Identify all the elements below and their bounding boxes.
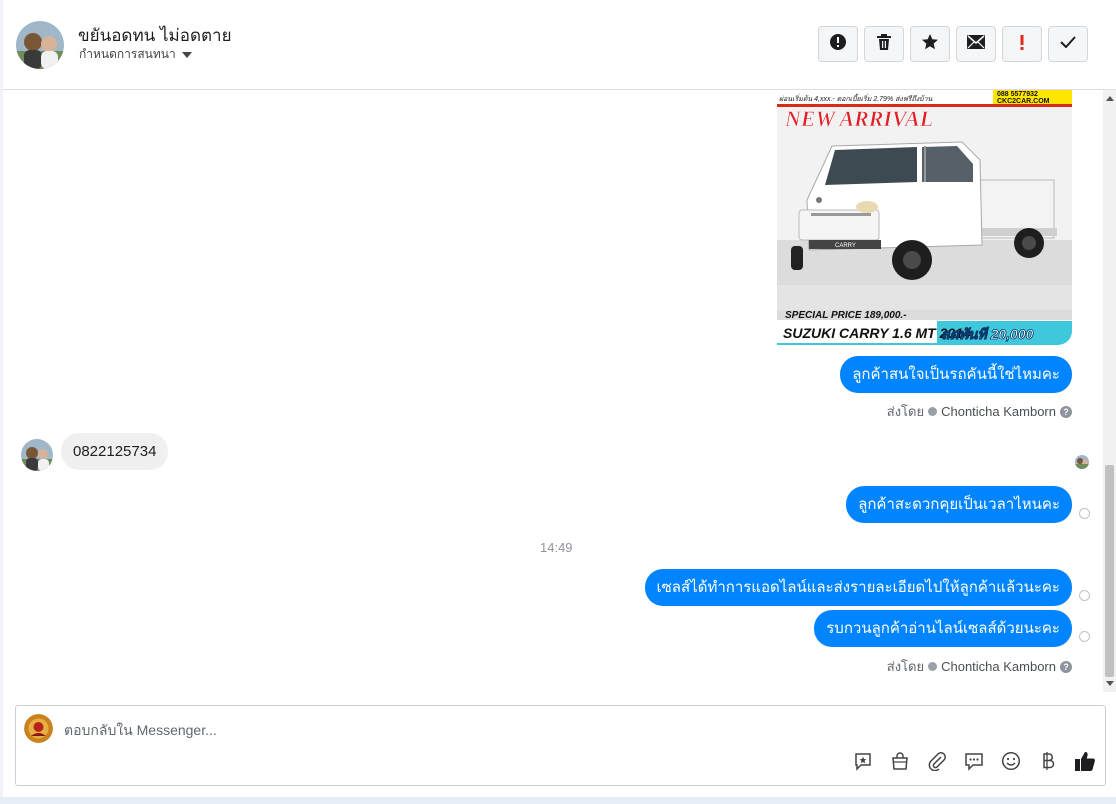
message-list: ผ่อนเริ่มต้น 4,xxx.- ดอกเบี้ยเริ่ม 2.79%… xyxy=(3,90,1101,692)
message-bubble-outgoing[interactable]: ลูกค้าสนใจเป็นรถคันนี้ใช่ไหมคะ xyxy=(840,356,1072,393)
conversation-header: ขยันอดทน ไม่อดตาย กำหนดการสนทนา xyxy=(3,0,1116,90)
ad-site: CKC2CAR.COM xyxy=(997,98,1050,105)
emoji-button[interactable] xyxy=(999,751,1023,775)
check-icon xyxy=(1060,35,1076,53)
ad-phone: 088 5577932 xyxy=(997,91,1038,98)
sent-by-label: ส่งโดย Chonticha Kamborn ? xyxy=(887,401,1072,422)
car-ad-image[interactable]: ผ่อนเริ่มต้น 4,xxx.- ดอกเบี้ยเริ่ม 2.79%… xyxy=(777,90,1072,345)
message-bubble-outgoing[interactable]: ลูกค้าสะดวกคุยเป็นเวลาไหนคะ xyxy=(846,486,1072,523)
star-button[interactable] xyxy=(910,26,950,62)
mark-unread-button[interactable] xyxy=(956,26,996,62)
trash-icon xyxy=(876,33,892,56)
delivered-check-icon xyxy=(1079,631,1090,642)
follow-up-button[interactable] xyxy=(1002,26,1042,62)
chevron-down-icon xyxy=(181,51,192,58)
saved-reply-button[interactable] xyxy=(851,751,875,775)
contact-avatar[interactable] xyxy=(16,21,64,69)
reply-input[interactable]: ตอบกลับใน Messenger... xyxy=(64,720,217,742)
emoji-icon xyxy=(1001,751,1021,776)
shop-icon xyxy=(890,751,910,776)
page-avatar xyxy=(24,714,53,743)
message-bubble-outgoing[interactable]: เซลส์ได้ทำการแอดไลน์และส่งรายละเอียดไปให… xyxy=(644,569,1072,606)
reply-composer: ตอบกลับใน Messenger... xyxy=(15,705,1106,786)
saved-reply-icon xyxy=(853,751,873,776)
chat-icon xyxy=(964,751,984,776)
exclamation-icon xyxy=(1019,33,1025,56)
attachment-icon xyxy=(927,751,947,776)
ad-headline: NEW ARRIVAL xyxy=(784,106,933,131)
ad-discount: ลดทันที 20,000 xyxy=(941,326,1034,342)
scroll-down-arrow[interactable] xyxy=(1106,681,1114,686)
baht-icon xyxy=(1041,751,1055,776)
payment-button[interactable] xyxy=(1036,751,1060,775)
alert-circle-icon xyxy=(829,33,847,56)
inbox-conversation-panel: ขยันอดทน ไม่อดตาย กำหนดการสนทนา ผ่อนเริ่… xyxy=(0,0,1116,804)
envelope-icon xyxy=(967,34,985,54)
scroll-up-arrow[interactable] xyxy=(1106,96,1114,101)
assign-label: กำหนดการสนทนา xyxy=(79,47,176,61)
ad-plate: CARRY xyxy=(835,243,856,249)
header-actions xyxy=(818,26,1088,62)
scroll-thumb[interactable] xyxy=(1105,465,1114,677)
sent-by-agent[interactable]: Chonticha Kamborn xyxy=(941,404,1056,419)
message-bubble-outgoing[interactable]: รบกวนลูกค้าอ่านไลน์เซลส์ด้วยนะคะ xyxy=(814,610,1072,647)
sent-by-label: ส่งโดย Chonticha Kamborn ? xyxy=(887,656,1072,677)
seen-avatar xyxy=(1075,455,1089,469)
assign-conversation-dropdown[interactable]: กำหนดการสนทนา xyxy=(79,45,192,64)
like-button[interactable] xyxy=(1073,751,1097,775)
delete-button[interactable] xyxy=(864,26,904,62)
shop-button[interactable] xyxy=(888,751,912,775)
attach-button[interactable] xyxy=(925,751,949,775)
verified-icon xyxy=(928,662,938,671)
ad-special-price: SPECIAL PRICE 189,000.- xyxy=(785,310,907,321)
contact-avatar-small[interactable] xyxy=(21,439,53,471)
sent-by-prefix: ส่งโดย xyxy=(886,404,925,419)
help-icon[interactable]: ? xyxy=(1060,405,1072,418)
delivered-check-icon xyxy=(1079,508,1090,519)
bottom-strip xyxy=(0,797,1116,804)
sent-by-prefix: ส่งโดย xyxy=(886,659,925,674)
delivered-check-icon xyxy=(1079,590,1090,601)
help-icon[interactable]: ? xyxy=(1060,660,1072,673)
chat-button[interactable] xyxy=(962,751,986,775)
done-button[interactable] xyxy=(1048,26,1088,62)
spam-button[interactable] xyxy=(818,26,858,62)
composer-toolbar xyxy=(851,751,1097,775)
like-icon xyxy=(1074,750,1096,777)
timestamp: 14:49 xyxy=(540,540,573,555)
star-icon xyxy=(921,33,939,56)
message-bubble-incoming[interactable]: 0822125734 xyxy=(61,433,169,470)
verified-icon xyxy=(928,407,938,416)
message-scrollbar[interactable] xyxy=(1103,90,1116,692)
sent-by-agent[interactable]: Chonticha Kamborn xyxy=(941,659,1056,674)
